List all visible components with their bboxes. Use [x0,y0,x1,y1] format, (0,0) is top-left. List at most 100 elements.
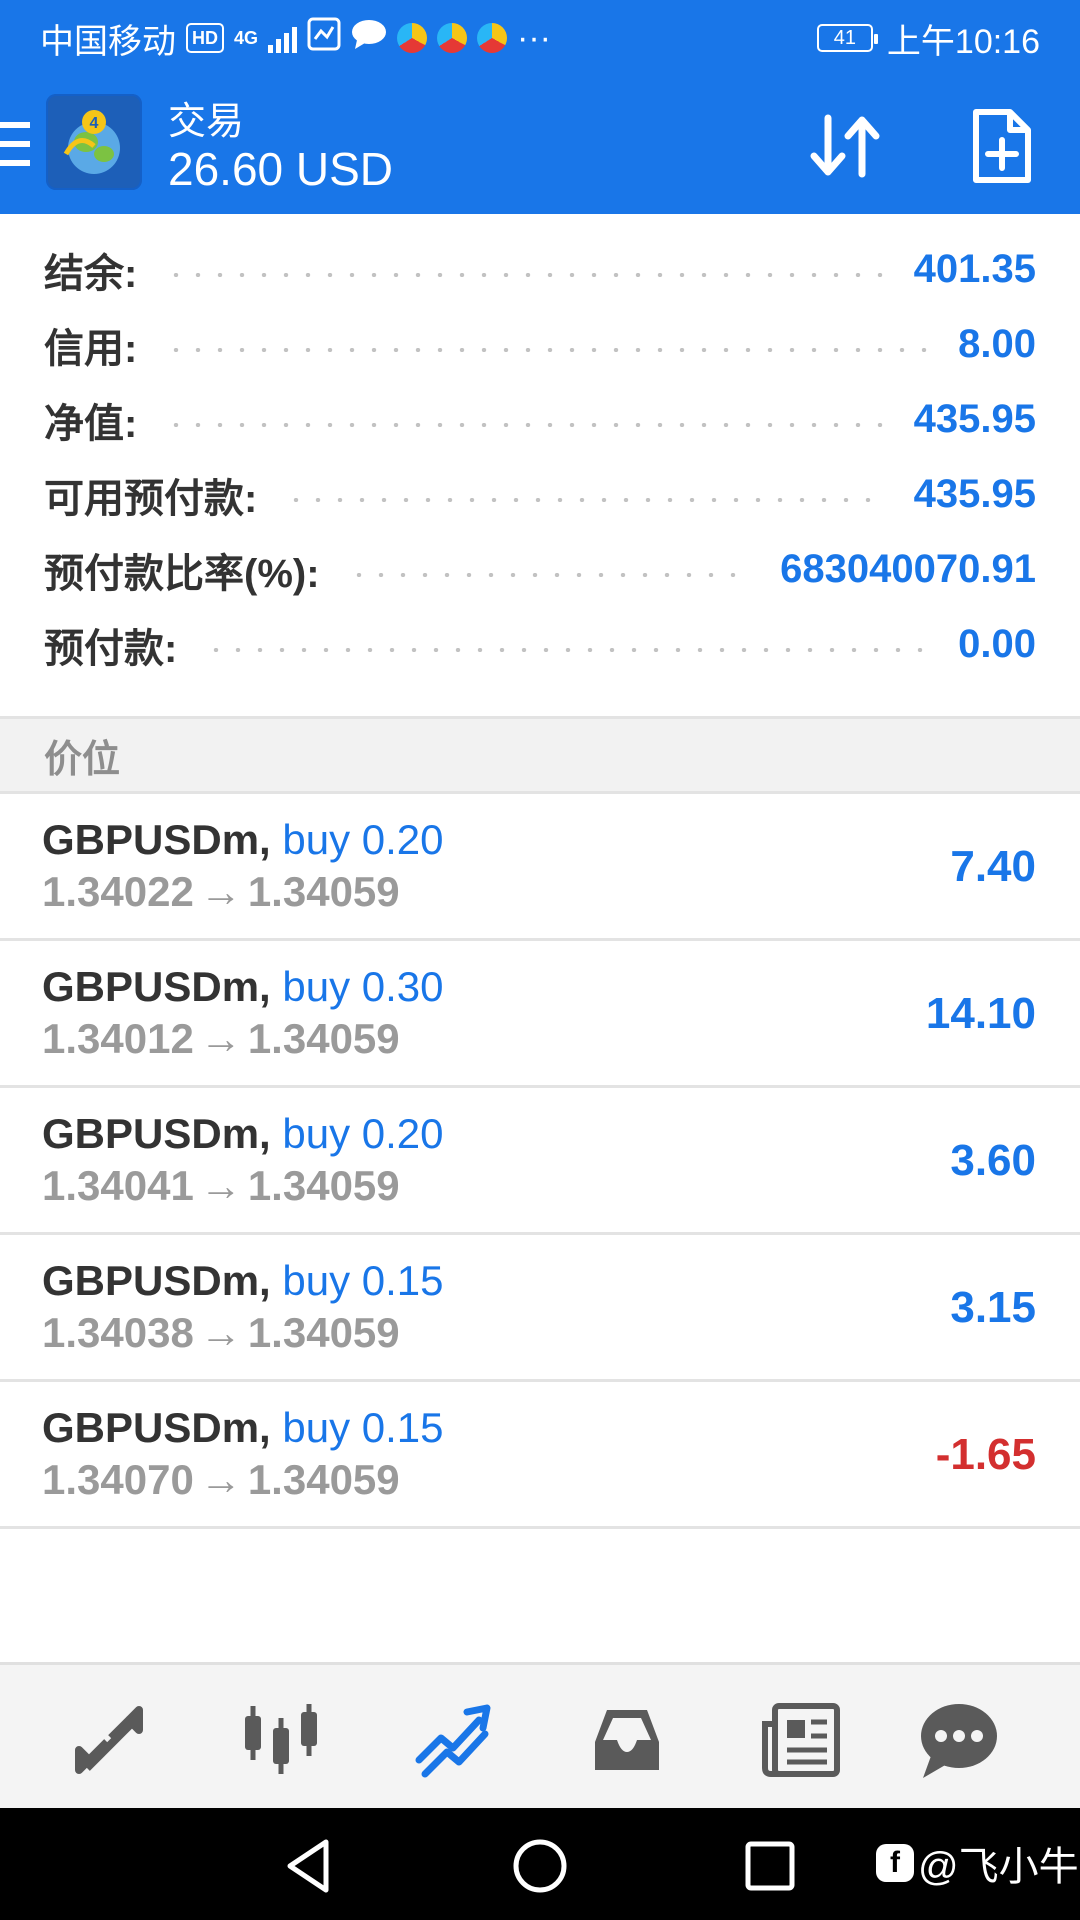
header-balance: 26.60 USD [168,143,394,195]
summary-label: 可用预付款: [44,476,258,521]
bottom-nav [0,1662,1080,1808]
open-price: 1.34041 [42,1162,194,1209]
watermark-logo: f [876,1844,914,1882]
summary-value: 435.95 [913,397,1036,441]
position-side: buy 0.20 [282,1110,444,1157]
position-title: GBPUSDm, buy 0.30 [42,963,444,1011]
summary-label: 结余: [44,251,138,296]
position-side: buy 0.15 [282,1257,444,1304]
summary-value: 8.00 [958,322,1036,366]
position-row[interactable]: GBPUSDm, buy 0.30 1.34012 → 1.34059 14.10 [0,941,1080,1088]
svg-text:4: 4 [90,115,99,132]
position-row[interactable]: GBPUSDm, buy 0.20 1.34022 → 1.34059 7.40 [0,794,1080,941]
position-side: buy 0.20 [282,816,444,863]
app-notification-icon [437,23,468,53]
news-icon[interactable] [756,1695,846,1785]
arrow-right-icon: → [199,1162,242,1209]
summary-row-free-margin: 可用预付款: 435.95 [0,457,1080,532]
status-right: 41 上午10:16 [816,14,1040,63]
position-title: GBPUSDm, buy 0.15 [42,1257,444,1305]
status-left: 中国移动 HD 4G ··· [40,14,551,63]
arrow-right-icon: → [199,1015,242,1062]
position-side: buy 0.30 [282,963,444,1010]
message-icon [351,18,387,59]
arrow-right-icon: → [199,1456,242,1503]
summary-value: 0.00 [958,622,1036,666]
chat-icon[interactable] [914,1695,1004,1785]
summary-label: 预付款比率(%): [44,551,320,596]
system-nav-bar: f @飞小牛 [0,1808,1080,1920]
current-price: 1.34059 [247,1015,400,1062]
status-time: 上午10:16 [886,22,1040,61]
app-notification-icon [397,23,428,53]
arrow-right-icon: → [199,1309,242,1356]
position-row[interactable]: GBPUSDm, buy 0.15 1.34070 → 1.34059 -1.65 [0,1382,1080,1529]
dotted-leader [165,347,931,352]
open-price: 1.34038 [42,1309,194,1356]
summary-value: 401.35 [913,247,1036,291]
page-title: 交易 [168,101,245,143]
position-row[interactable]: GBPUSDm, buy 0.15 1.34038 → 1.34059 3.15 [0,1235,1080,1382]
positions-section-header: 价位 [0,716,1080,794]
carrier-name: 中国移动 [40,22,176,61]
position-prices: 1.34070 → 1.34059 [42,1456,400,1504]
positions-list: GBPUSDm, buy 0.20 1.34022 → 1.34059 7.40 G… [0,794,1080,1529]
position-profit: 3.60 [950,1136,1036,1185]
summary-row-margin-level: 预付款比率(%): 683040070.91 [0,532,1080,607]
quotes-icon[interactable] [64,1695,154,1785]
position-title: GBPUSDm, buy 0.20 [42,1110,444,1158]
summary-label: 信用: [44,326,138,371]
position-prices: 1.34022 → 1.34059 [42,868,400,916]
current-price: 1.34059 [247,1456,400,1503]
summary-value: 683040070.91 [780,547,1036,591]
position-symbol: GBPUSDm, [42,1110,271,1157]
account-summary: 结余: 401.35 信用: 8.00 净值: 435.95 可用预付款: 43… [0,214,1080,682]
dotted-leader [165,422,886,427]
open-price: 1.34012 [42,1015,194,1062]
chart-icon[interactable] [236,1695,326,1785]
position-prices: 1.34041 → 1.34059 [42,1162,400,1210]
menu-icon[interactable] [0,122,30,166]
recent-apps-icon[interactable] [740,1836,800,1896]
position-profit: 14.10 [925,989,1036,1038]
watermark: f @飞小牛 [876,1838,1079,1889]
summary-label: 预付款: [44,626,178,671]
open-price: 1.34022 [42,868,194,915]
app-notification-icon [477,23,508,53]
dotted-leader [285,497,886,502]
position-profit: 3.15 [950,1283,1036,1332]
position-profit: 7.40 [950,842,1036,891]
history-icon[interactable] [582,1695,672,1785]
current-price: 1.34059 [247,868,400,915]
new-order-icon[interactable] [970,106,1034,186]
position-symbol: GBPUSDm, [42,816,271,863]
battery-icon: 41 [816,24,878,52]
position-side: buy 0.15 [282,1404,444,1451]
position-prices: 1.34038 → 1.34059 [42,1309,400,1357]
sort-icon[interactable] [806,106,886,186]
status-bar: 中国移动 HD 4G ··· 41 上午10:16 [0,0,1080,76]
section-title: 价位 [44,738,121,781]
position-symbol: GBPUSDm, [42,1404,271,1451]
position-profit: -1.65 [935,1430,1036,1479]
summary-row-equity: 净值: 435.95 [0,382,1080,457]
app-logo: 4 [46,94,142,190]
battery-level: 41 [833,26,857,49]
app-header: 4 交易 26.60 USD [0,76,1080,214]
summary-row-credit: 信用: 8.00 [0,307,1080,382]
summary-row-margin: 预付款: 0.00 [0,607,1080,682]
summary-label: 净值: [44,401,138,446]
hd-badge: HD [186,23,224,53]
back-icon[interactable] [280,1836,340,1896]
position-row[interactable]: GBPUSDm, buy 0.20 1.34041 → 1.34059 3.60 [0,1088,1080,1235]
current-price: 1.34059 [247,1309,400,1356]
current-price: 1.34059 [247,1162,400,1209]
trade-icon[interactable] [408,1695,498,1785]
home-icon[interactable] [510,1836,570,1896]
summary-value: 435.95 [913,472,1036,516]
more-notifications-icon: ··· [517,18,551,57]
watermark-text: @飞小牛 [918,1845,1079,1889]
position-prices: 1.34012 → 1.34059 [42,1015,400,1063]
dotted-leader [347,572,753,577]
dotted-leader [205,647,931,652]
